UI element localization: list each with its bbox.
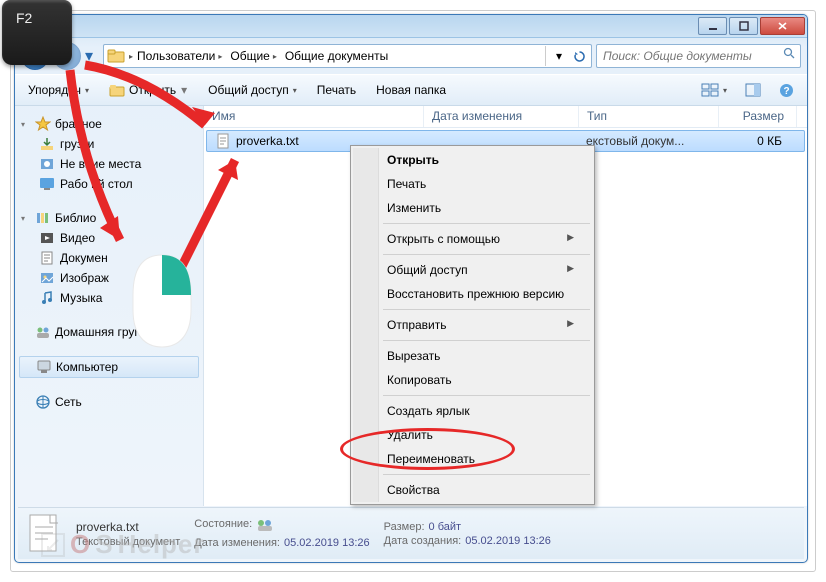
documents-icon <box>39 250 55 266</box>
context-menu-properties[interactable]: Свойства <box>353 478 592 502</box>
view-options-button[interactable]: ▾ <box>694 79 734 102</box>
status-created-label: Дата создания: <box>384 535 462 547</box>
file-name-label: proverka.txt <box>236 134 299 148</box>
network-icon <box>35 394 51 410</box>
file-size-label: 0 КБ <box>716 134 790 148</box>
context-menu-sendto[interactable]: Отправить▶ <box>353 313 592 337</box>
status-modified-value: 05.02.2019 13:26 <box>284 537 370 549</box>
status-modified-label: Дата изменения: <box>194 537 280 549</box>
svg-text:?: ? <box>783 86 789 97</box>
folder-icon <box>107 47 125 65</box>
search-icon <box>783 47 796 65</box>
share-button[interactable]: Общий доступ ▾ <box>201 79 304 101</box>
help-button[interactable]: ? <box>772 79 801 102</box>
context-menu-print[interactable]: Печать <box>353 172 592 196</box>
new-folder-button[interactable]: Новая папка <box>369 79 453 101</box>
column-size[interactable]: Размер <box>719 106 797 127</box>
maximize-button[interactable] <box>729 17 758 35</box>
video-icon <box>39 230 55 246</box>
titlebar <box>15 15 807 38</box>
status-size-value: 0 байт <box>429 521 462 533</box>
f2-key-overlay: F2 <box>2 0 72 65</box>
mouse-rightclick-icon <box>125 250 200 350</box>
music-icon <box>39 290 55 306</box>
search-box[interactable] <box>596 44 801 68</box>
refresh-button[interactable] <box>570 46 588 66</box>
open-button[interactable]: Открыть ▾ <box>102 78 195 102</box>
minimize-button[interactable] <box>698 17 727 35</box>
desktop-icon <box>39 176 55 192</box>
sidebar-item-videos[interactable]: Видео <box>19 228 199 248</box>
libraries-icon <box>35 210 51 226</box>
downloads-icon <box>39 136 55 152</box>
status-created-value: 05.02.2019 13:26 <box>465 535 551 547</box>
recent-icon <box>39 156 55 172</box>
status-size-label: Размер: <box>384 521 425 533</box>
search-input[interactable] <box>601 48 783 64</box>
sidebar-item-desktop[interactable]: Рабо ий стол <box>19 174 199 194</box>
sidebar-favorites-header[interactable]: ▾бранное <box>19 114 199 134</box>
close-button[interactable] <box>760 17 805 35</box>
context-menu-share[interactable]: Общий доступ▶ <box>353 258 592 282</box>
nav-history-dropdown[interactable]: ▾ <box>85 46 99 66</box>
context-menu-copy[interactable]: Копировать <box>353 368 592 392</box>
context-menu: Открыть Печать Изменить Открыть с помощь… <box>350 145 595 505</box>
file-type-label: екстовый докум... <box>578 134 716 148</box>
column-type[interactable]: Тип <box>579 106 719 127</box>
watermark: OSHelper <box>40 529 205 560</box>
address-bar: ▾ ▸ Пользователи▸ Общие▸ Общие документы… <box>15 38 807 74</box>
organize-button[interactable]: Упорядоч ▾ <box>21 79 96 101</box>
breadcrumb-segment[interactable]: Общие▸ <box>226 47 280 65</box>
sidebar-item-recent[interactable]: Не вние места <box>19 154 199 174</box>
column-name[interactable]: Имя <box>204 106 424 127</box>
breadcrumb-segment[interactable]: Пользователи▸ <box>133 47 226 65</box>
context-menu-open[interactable]: Открыть <box>353 148 592 172</box>
toolbar: Упорядоч ▾ Открыть ▾ Общий доступ ▾ Печа… <box>15 74 807 106</box>
sidebar-libraries-header[interactable]: ▾Библио <box>19 208 199 228</box>
sidebar-network[interactable]: Сеть <box>19 392 199 412</box>
open-icon <box>109 82 125 98</box>
star-icon <box>35 116 51 132</box>
context-menu-openwith[interactable]: Открыть с помощью▶ <box>353 227 592 251</box>
computer-icon <box>36 359 52 375</box>
breadcrumb-segment[interactable]: Общие документы <box>281 47 392 65</box>
preview-pane-button[interactable] <box>738 79 768 102</box>
context-menu-delete[interactable]: Удалить <box>353 423 592 447</box>
column-headers: Имя Дата изменения Тип Размер <box>204 106 807 128</box>
context-menu-cut[interactable]: Вырезать <box>353 344 592 368</box>
column-date[interactable]: Дата изменения <box>424 106 579 127</box>
sidebar-computer[interactable]: Компьютер <box>19 356 199 378</box>
breadcrumb-bar[interactable]: ▸ Пользователи▸ Общие▸ Общие документы ▾ <box>103 44 592 68</box>
shared-icon <box>256 518 274 535</box>
context-menu-restore[interactable]: Восстановить прежнюю версию <box>353 282 592 306</box>
pictures-icon <box>39 270 55 286</box>
sidebar-item-downloads[interactable]: грузки <box>19 134 199 154</box>
breadcrumb-dropdown-button[interactable]: ▾ <box>550 46 568 66</box>
print-button[interactable]: Печать <box>310 79 363 101</box>
context-menu-rename[interactable]: Переименовать <box>353 447 592 471</box>
homegroup-icon <box>35 324 51 340</box>
textfile-icon <box>215 133 231 149</box>
context-menu-shortcut[interactable]: Создать ярлык <box>353 399 592 423</box>
context-menu-edit[interactable]: Изменить <box>353 196 592 220</box>
